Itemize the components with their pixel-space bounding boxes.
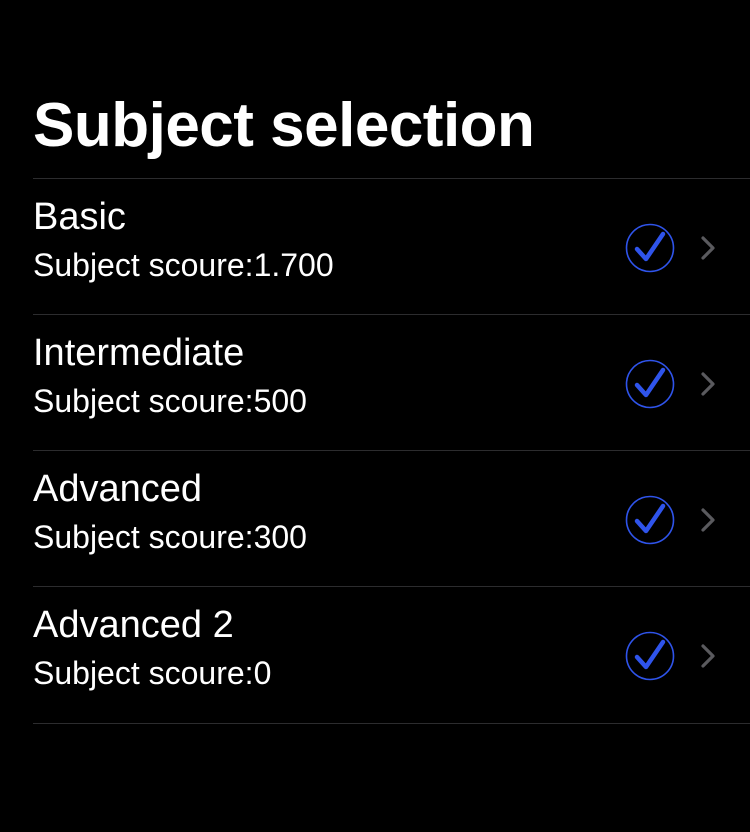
page-title: Subject selection (33, 91, 535, 160)
subject-title: Basic (33, 196, 126, 238)
checkmark-circle-icon[interactable] (625, 495, 675, 545)
checkmark-circle-icon[interactable] (625, 631, 675, 681)
subject-score: Subject scoure:300 (33, 519, 307, 555)
subject-title: Advanced (33, 468, 203, 510)
subject-score: Subject scoure:0 (33, 655, 272, 691)
subject-score: Subject scoure:1.700 (33, 247, 334, 283)
checkmark-circle-icon[interactable] (625, 359, 675, 409)
chevron-right-icon (701, 372, 715, 396)
checkmark-circle-icon[interactable] (625, 223, 675, 273)
subject-score: Subject scoure:500 (33, 383, 307, 419)
subject-list: Basic Subject scoure:1.700 Intermediate … (33, 178, 750, 724)
chevron-right-icon (701, 508, 715, 532)
subject-title: Advanced 2 (33, 604, 234, 646)
subject-row-intermediate[interactable]: Intermediate Subject scoure:500 (33, 314, 750, 450)
chevron-right-icon (701, 236, 715, 260)
subject-row-basic[interactable]: Basic Subject scoure:1.700 (33, 178, 750, 314)
subject-row-advanced-2[interactable]: Advanced 2 Subject scoure:0 (33, 586, 750, 724)
subject-title: Intermediate (33, 332, 245, 374)
subject-row-advanced[interactable]: Advanced Subject scoure:300 (33, 450, 750, 586)
chevron-right-icon (701, 644, 715, 668)
